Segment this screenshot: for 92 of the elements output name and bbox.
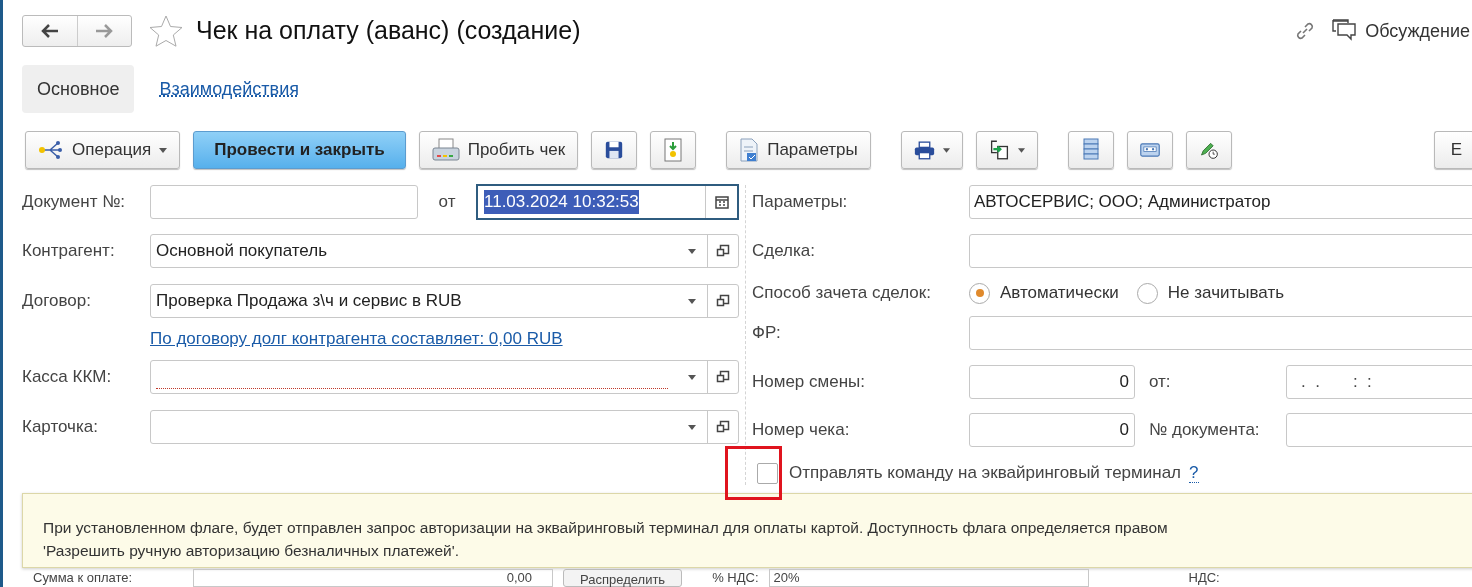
caret-icon [1017,147,1025,153]
radio-option[interactable]: Не зачитывать [1136,280,1285,306]
field-label: ФР: [752,322,782,345]
date-field[interactable]: 11.03.2024 10:32:53 [476,184,739,220]
radio-option[interactable]: Автоматически [969,280,1119,306]
field-value: 20% [773,569,800,587]
field-label: Касса ККМ: [22,366,113,389]
amount-field[interactable]: 0,00 [193,569,553,587]
discussion-button[interactable]: Обсуждение [1331,17,1472,45]
text-field[interactable] [969,316,1472,350]
text-field[interactable]: . . : : [1286,365,1472,399]
text-field[interactable] [1286,413,1472,447]
caret-icon [687,298,696,304]
radio-button[interactable] [969,282,990,304]
text-field[interactable]: АВТОСЕРВИС; ООО; Администратор [969,185,1472,219]
caret-icon [942,147,950,153]
checkbox[interactable] [757,462,778,484]
field-value: Проверка Продажа з\ч и сервис в RUB [156,290,463,312]
date-value: 11.03.2024 10:32:53 [484,190,639,214]
caret-icon [687,424,696,430]
toolbar-menu-button[interactable] [900,131,963,169]
radio-button[interactable] [1136,282,1158,304]
copy-icon [988,138,1010,162]
tooltip-text: При установленном флаге, будет отправлен запрос авторизации на эквайринговый терминал для оплаты картой. Доступность флага определяется правом [43,518,1169,538]
receipt-printer-icon [431,138,460,162]
post-and-close-button[interactable]: Провести и закрыть [193,131,406,169]
field-value: Основной покупатель [156,240,328,262]
open-icon[interactable] [716,244,730,258]
printer-icon [913,139,935,161]
calendar-icon [714,195,729,209]
field-value: АВТОСЕРВИС; ООО; Администратор [974,191,1271,214]
select-field[interactable]: Основной покупатель [150,234,739,268]
field-label: Сделка: [752,240,816,263]
highlight-frame [725,446,782,500]
branch-icon [38,140,64,160]
caret-icon [687,248,696,254]
field-label: Номер чека: [752,419,851,442]
caret-icon [159,147,168,153]
document-number-field[interactable] [150,185,418,219]
field-label: от: [1148,371,1172,394]
toolbar-menu-button[interactable] [975,131,1038,169]
toolbar-icon-button[interactable] [591,131,638,169]
tab[interactable]: Основное [22,65,135,113]
field-value: 0 [1119,419,1129,442]
field-label: Договор: [22,290,92,313]
date-label: от [437,191,457,214]
chat-icon [1331,19,1358,43]
field-label: Номер смены: [752,371,867,394]
field-label: НДС: [1188,569,1220,587]
select-field[interactable] [150,360,739,394]
text-field[interactable] [969,234,1472,268]
field-value: 0,00 [506,569,532,587]
open-icon[interactable] [716,420,730,434]
field-label: Способ зачета сделок: [752,282,932,305]
select-field[interactable] [150,410,739,444]
number-field[interactable]: 0 [969,413,1135,447]
operation-menu-button[interactable]: Операция [25,131,181,169]
window-title: Чек на оплату (аванс) (создание) [196,15,581,47]
debt-link[interactable]: По договору долг контрагента составляет: 0,00 RUB [150,326,563,352]
cassette-icon [1139,140,1160,160]
field-label: Сумма к оплате: [33,569,134,587]
document-check-icon [739,138,760,162]
toolbar-icon-button[interactable] [1185,131,1232,169]
field-label: Документ №: [22,191,127,214]
parameters-button[interactable]: Параметры [726,131,871,169]
open-icon[interactable] [716,370,730,384]
checkbox-label: Отправлять команду на эквайринговый терминал [789,462,1182,485]
field-label: Параметры: [752,191,849,214]
forward-arrow-icon [95,24,114,38]
toolbar-icon-button[interactable] [1067,131,1114,169]
caret-icon [687,374,696,380]
distribute-button[interactable]: Распределить [563,569,683,587]
field-label: % НДС: [712,569,759,587]
save-icon [604,139,625,161]
field-label: Карточка: [22,416,99,439]
open-icon[interactable] [716,294,730,308]
star-icon[interactable] [148,14,184,48]
back-arrow-icon [40,24,59,38]
number-field[interactable]: 0 [969,365,1135,399]
list-icon [1082,138,1099,162]
arrow-down-icon [663,138,684,162]
tab[interactable]: Взаимодействия [144,65,314,113]
tooltip-text: 'Разрешить ручную авторизацию безналичных платежей'. [43,541,460,561]
vat-rate-field[interactable]: 20% [768,569,1089,587]
field-value: 0 [1119,371,1129,394]
field-label: № документа: [1148,419,1261,442]
more-button[interactable]: Е [1433,131,1472,169]
select-field[interactable]: Проверка Продажа з\ч и сервис в RUB [150,284,739,318]
help-link[interactable]: ? [1189,463,1199,483]
field-label: Контрагент: [22,240,116,263]
date-mask: . . : : [1301,371,1372,394]
print-receipt-button[interactable]: Пробить чек [418,131,579,169]
